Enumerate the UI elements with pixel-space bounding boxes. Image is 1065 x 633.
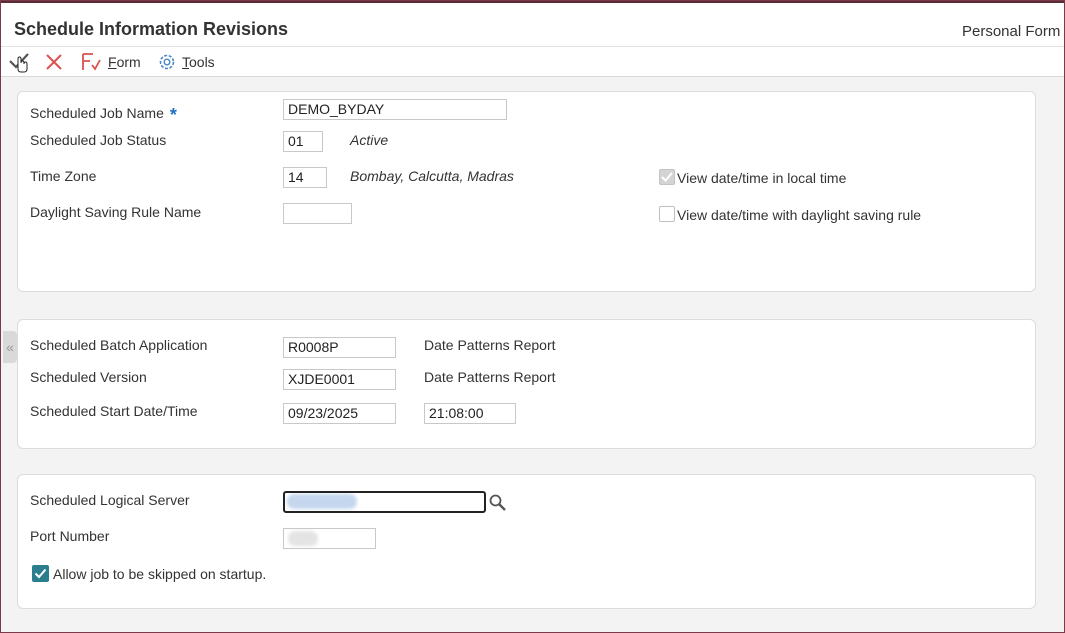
job-info-panel: Scheduled Job Name * DEMO_BYDAY Scheduled… <box>17 91 1036 292</box>
logical-server-label: Scheduled Logical Server <box>30 492 190 508</box>
job-name-label-text: Scheduled Job Name <box>30 105 164 121</box>
start-datetime-label: Scheduled Start Date/Time <box>30 403 198 419</box>
checkmark-icon <box>34 568 47 579</box>
start-time-input[interactable]: 21:08:00 <box>424 403 516 424</box>
checkmark-icon <box>661 172 673 182</box>
version-input[interactable]: XJDE0001 <box>283 369 396 390</box>
required-indicator: * <box>169 105 177 125</box>
local-time-label: View date/time in local time <box>677 170 847 186</box>
skip-startup-checkbox[interactable] <box>32 565 49 582</box>
dst-rule-label: Daylight Saving Rule Name <box>30 204 202 220</box>
job-name-label: Scheduled Job Name * <box>30 102 177 125</box>
batch-app-description: Date Patterns Report <box>424 337 556 353</box>
cancel-button[interactable] <box>45 52 63 72</box>
batch-app-input[interactable]: R0008P <box>283 337 396 358</box>
time-zone-input[interactable]: 14 <box>283 167 327 188</box>
batch-app-label: Scheduled Batch Application <box>30 337 208 353</box>
redacted-value <box>287 494 357 509</box>
server-panel: Scheduled Logical Server Port Number All… <box>17 474 1036 609</box>
tools-menu[interactable]: Tools <box>157 52 215 72</box>
tools-menu-label: Tools <box>182 54 215 70</box>
close-icon <box>46 54 62 70</box>
time-zone-description: Bombay, Calcutta, Madras <box>350 168 514 184</box>
version-description: Date Patterns Report <box>424 369 556 385</box>
form-header: Schedule Information Revisions Personal … <box>1 3 1064 47</box>
job-status-description: Active <box>350 132 389 148</box>
gear-icon <box>159 54 175 70</box>
job-status-input[interactable]: 01 <box>283 131 323 152</box>
dst-view-label: View date/time with daylight saving rule <box>677 207 922 223</box>
job-name-input[interactable]: DEMO_BYDAY <box>283 99 507 120</box>
form-icon <box>82 53 101 71</box>
form-menu-label: Form <box>108 54 141 70</box>
window-frame: Schedule Information Revisions Personal … <box>0 0 1065 633</box>
logical-server-input[interactable] <box>283 491 486 513</box>
toolbar: Form Tools <box>1 47 1064 77</box>
checkmark-icon <box>9 53 29 73</box>
local-time-checkbox[interactable] <box>659 169 675 185</box>
time-zone-label: Time Zone <box>30 168 97 184</box>
dst-rule-input[interactable] <box>283 203 352 224</box>
ok-button[interactable] <box>7 52 31 73</box>
port-number-input[interactable] <box>283 528 376 549</box>
skip-startup-label: Allow job to be skipped on startup. <box>53 566 267 582</box>
batch-panel: Scheduled Batch Application R0008P Date … <box>17 319 1036 449</box>
form-menu[interactable]: Form <box>81 52 141 72</box>
port-number-label: Port Number <box>30 528 110 544</box>
dst-view-checkbox[interactable] <box>659 206 675 222</box>
search-icon[interactable] <box>488 493 508 513</box>
personal-form-menu[interactable]: Personal Form <box>962 23 1060 40</box>
redacted-value <box>288 531 318 546</box>
collapse-panel-icon[interactable]: « <box>3 331 17 363</box>
job-status-label: Scheduled Job Status <box>30 132 167 148</box>
version-label: Scheduled Version <box>30 369 147 385</box>
start-date-input[interactable]: 09/23/2025 <box>283 403 396 424</box>
page-title: Schedule Information Revisions <box>14 19 289 39</box>
